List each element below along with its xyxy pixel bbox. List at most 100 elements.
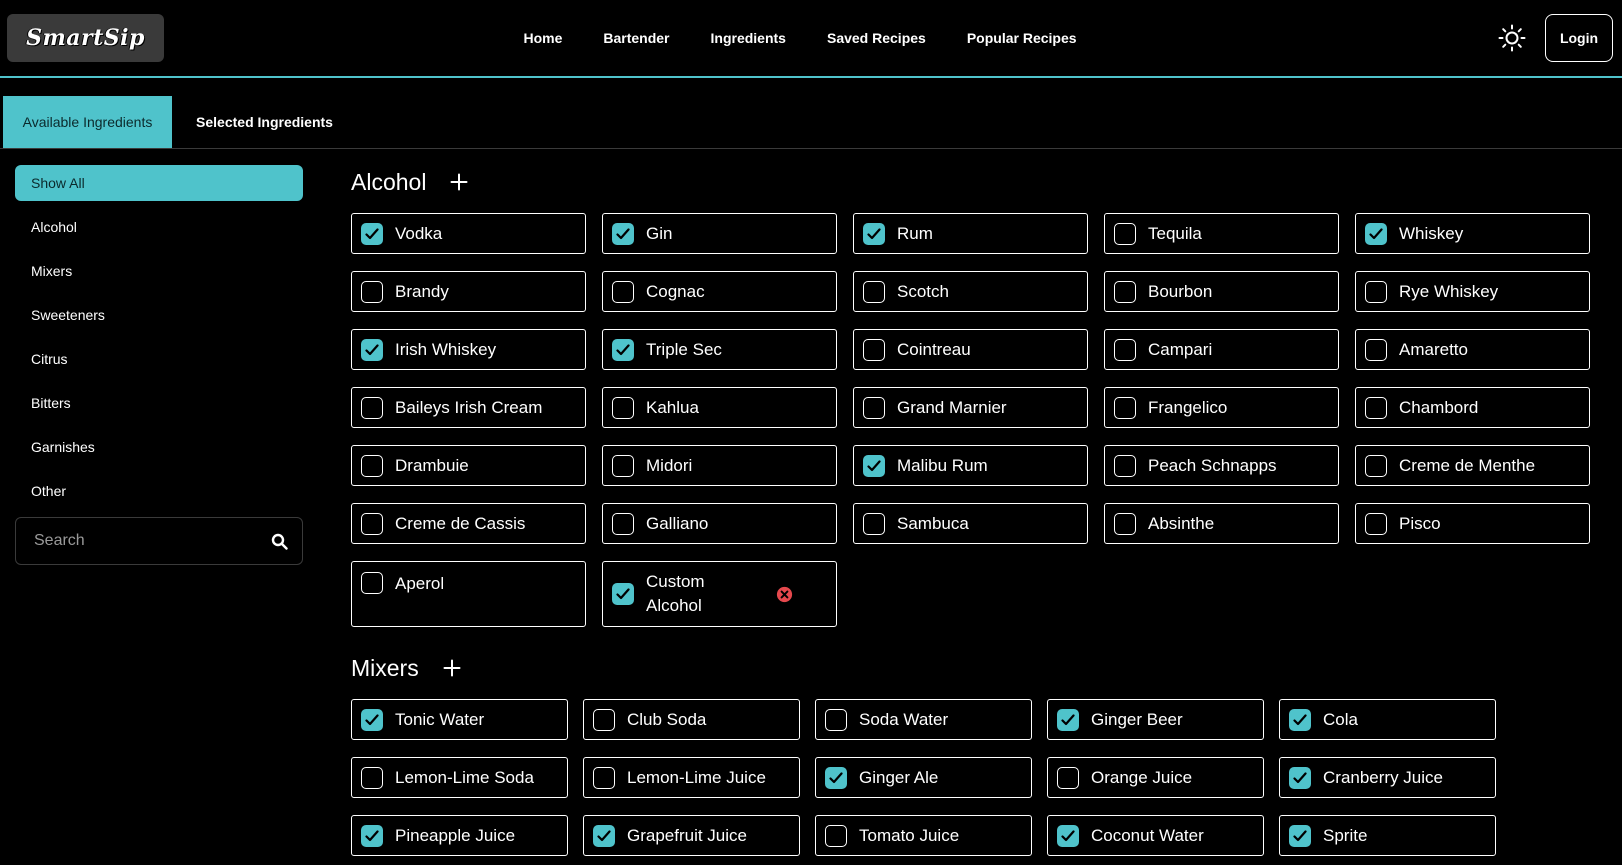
checkbox[interactable]: [593, 766, 615, 789]
checkbox[interactable]: [1114, 280, 1136, 303]
checkbox[interactable]: [361, 824, 383, 847]
ingredient-option-absinthe[interactable]: Absinthe: [1104, 503, 1339, 544]
checkbox[interactable]: [361, 338, 383, 361]
checkbox[interactable]: [1057, 708, 1079, 731]
checkbox[interactable]: [361, 454, 383, 477]
ingredient-option-galliano[interactable]: Galliano: [602, 503, 837, 544]
ingredient-option-coconut-water[interactable]: Coconut Water: [1047, 815, 1264, 856]
sidebar-item-sweeteners[interactable]: Sweeteners: [15, 297, 303, 333]
checkbox[interactable]: [1114, 338, 1136, 361]
sidebar-item-citrus[interactable]: Citrus: [15, 341, 303, 377]
checkbox[interactable]: [1365, 396, 1387, 419]
ingredient-option-rum[interactable]: Rum: [853, 213, 1088, 254]
checkbox[interactable]: [825, 708, 847, 731]
ingredient-option-tomato-juice[interactable]: Tomato Juice: [815, 815, 1032, 856]
sidebar-item-show-all[interactable]: Show All: [15, 165, 303, 201]
ingredient-option-irish-whiskey[interactable]: Irish Whiskey: [351, 329, 586, 370]
checkbox[interactable]: [361, 572, 383, 594]
ingredient-option-lemon-lime-juice[interactable]: Lemon-Lime Juice: [583, 757, 800, 798]
ingredient-option-sambuca[interactable]: Sambuca: [853, 503, 1088, 544]
nav-ingredients[interactable]: Ingredients: [711, 30, 786, 46]
checkbox[interactable]: [593, 824, 615, 847]
ingredient-option-creme-de-menthe[interactable]: Creme de Menthe: [1355, 445, 1590, 486]
nav-saved-recipes[interactable]: Saved Recipes: [827, 30, 926, 46]
ingredient-option-tequila[interactable]: Tequila: [1104, 213, 1339, 254]
checkbox[interactable]: [593, 708, 615, 731]
checkbox[interactable]: [863, 454, 885, 477]
ingredient-option-brandy[interactable]: Brandy: [351, 271, 586, 312]
sidebar-item-mixers[interactable]: Mixers: [15, 253, 303, 289]
ingredient-option-creme-de-cassis[interactable]: Creme de Cassis: [351, 503, 586, 544]
logo[interactable]: SmartSip: [7, 14, 164, 62]
ingredient-option-chambord[interactable]: Chambord: [1355, 387, 1590, 428]
checkbox[interactable]: [1057, 824, 1079, 847]
ingredient-option-lemon-lime-soda[interactable]: Lemon-Lime Soda: [351, 757, 568, 798]
ingredient-option-pineapple-juice[interactable]: Pineapple Juice: [351, 815, 568, 856]
checkbox[interactable]: [1365, 512, 1387, 535]
checkbox[interactable]: [1289, 766, 1311, 789]
checkbox[interactable]: [1289, 708, 1311, 731]
ingredient-option-cognac[interactable]: Cognac: [602, 271, 837, 312]
checkbox[interactable]: [361, 280, 383, 303]
ingredient-option-baileys-irish-cream[interactable]: Baileys Irish Cream: [351, 387, 586, 428]
checkbox[interactable]: [612, 222, 634, 245]
ingredient-option-ginger-beer[interactable]: Ginger Beer: [1047, 699, 1264, 740]
ingredient-option-grand-marnier[interactable]: Grand Marnier: [853, 387, 1088, 428]
ingredient-option-midori[interactable]: Midori: [602, 445, 837, 486]
nav-home[interactable]: Home: [523, 30, 562, 46]
checkbox[interactable]: [612, 583, 634, 605]
tab-available-ingredients[interactable]: Available Ingredients: [3, 96, 172, 148]
ingredient-option-whiskey[interactable]: Whiskey: [1355, 213, 1590, 254]
checkbox[interactable]: [612, 454, 634, 477]
checkbox[interactable]: [612, 396, 634, 419]
ingredient-option-rye-whiskey[interactable]: Rye Whiskey: [1355, 271, 1590, 312]
checkbox[interactable]: [1365, 280, 1387, 303]
ingredient-option-aperol[interactable]: Aperol: [351, 561, 586, 627]
checkbox[interactable]: [1114, 454, 1136, 477]
checkbox[interactable]: [1057, 766, 1079, 789]
ingredient-option-custom-alcohol[interactable]: Custom Alcohol: [602, 561, 837, 627]
ingredient-option-sprite[interactable]: Sprite: [1279, 815, 1496, 856]
ingredient-option-amaretto[interactable]: Amaretto: [1355, 329, 1590, 370]
nav-popular-recipes[interactable]: Popular Recipes: [967, 30, 1077, 46]
ingredient-option-bourbon[interactable]: Bourbon: [1104, 271, 1339, 312]
ingredient-option-kahlua[interactable]: Kahlua: [602, 387, 837, 428]
ingredient-option-cola[interactable]: Cola: [1279, 699, 1496, 740]
search-input[interactable]: [32, 531, 271, 551]
checkbox[interactable]: [1289, 824, 1311, 847]
checkbox[interactable]: [361, 512, 383, 535]
sun-icon[interactable]: [1497, 23, 1527, 53]
checkbox[interactable]: [863, 396, 885, 419]
ingredient-option-cointreau[interactable]: Cointreau: [853, 329, 1088, 370]
ingredient-option-tonic-water[interactable]: Tonic Water: [351, 699, 568, 740]
checkbox[interactable]: [1114, 396, 1136, 419]
add-alcohol-plus-icon[interactable]: [450, 173, 468, 191]
sidebar-item-alcohol[interactable]: Alcohol: [15, 209, 303, 245]
ingredient-option-drambuie[interactable]: Drambuie: [351, 445, 586, 486]
checkbox[interactable]: [361, 766, 383, 789]
checkbox[interactable]: [612, 512, 634, 535]
ingredient-option-gin[interactable]: Gin: [602, 213, 837, 254]
checkbox[interactable]: [1365, 222, 1387, 245]
checkbox[interactable]: [1114, 512, 1136, 535]
ingredient-option-scotch[interactable]: Scotch: [853, 271, 1088, 312]
ingredient-option-triple-sec[interactable]: Triple Sec: [602, 329, 837, 370]
checkbox[interactable]: [361, 708, 383, 731]
nav-bartender[interactable]: Bartender: [603, 30, 669, 46]
checkbox[interactable]: [825, 824, 847, 847]
checkbox[interactable]: [863, 338, 885, 361]
ingredient-option-cranberry-juice[interactable]: Cranberry Juice: [1279, 757, 1496, 798]
ingredient-option-peach-schnapps[interactable]: Peach Schnapps: [1104, 445, 1339, 486]
ingredient-option-pisco[interactable]: Pisco: [1355, 503, 1590, 544]
sidebar-item-bitters[interactable]: Bitters: [15, 385, 303, 421]
checkbox[interactable]: [863, 512, 885, 535]
ingredient-option-club-soda[interactable]: Club Soda: [583, 699, 800, 740]
search-icon[interactable]: [271, 533, 288, 550]
ingredient-option-soda-water[interactable]: Soda Water: [815, 699, 1032, 740]
ingredient-option-grapefruit-juice[interactable]: Grapefruit Juice: [583, 815, 800, 856]
checkbox[interactable]: [1365, 338, 1387, 361]
checkbox[interactable]: [1114, 222, 1136, 245]
checkbox[interactable]: [612, 280, 634, 303]
checkbox[interactable]: [612, 338, 634, 361]
sidebar-item-garnishes[interactable]: Garnishes: [15, 429, 303, 465]
